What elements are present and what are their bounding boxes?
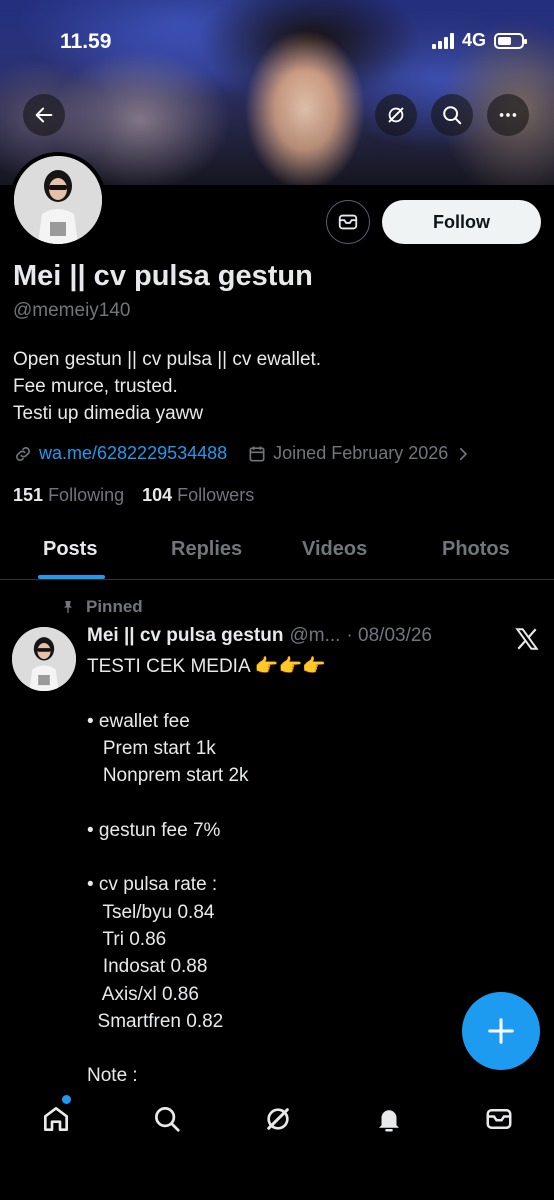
profile-meta: wa.me/6282229534488 Joined February 2026 xyxy=(13,443,472,464)
post-line: • gestun fee 7% xyxy=(87,819,221,841)
following-link[interactable]: 151 Following xyxy=(13,485,124,506)
profile-tabs: Posts Replies Videos Photos xyxy=(0,528,554,580)
search-icon xyxy=(155,1107,180,1132)
grok-icon xyxy=(388,107,404,123)
home-icon xyxy=(44,1107,68,1131)
tab-videos[interactable]: Videos xyxy=(302,538,367,561)
profile-handle: @memeiy140 xyxy=(13,300,131,321)
banner-shade xyxy=(0,0,554,185)
profile-bio: Open gestun || cv pulsa || cv ewallet. F… xyxy=(13,346,321,427)
search-icon xyxy=(443,106,462,125)
bio-line: Testi up dimedia yaww xyxy=(13,403,204,424)
post-line: Tri 0.86 xyxy=(87,928,167,950)
plus-icon xyxy=(488,1018,514,1044)
bottom-nav xyxy=(0,1085,554,1200)
arrow-left-icon xyxy=(35,107,53,123)
nav-search[interactable] xyxy=(147,1099,187,1139)
post-header: Mei || cv pulsa gestun @m... · 08/03/26 xyxy=(87,625,432,647)
post-text: TESTI CEK MEDIA 👉👉👉 • ewallet fee Prem s… xyxy=(87,653,326,1090)
x-logo-icon xyxy=(515,628,539,650)
avatar-image xyxy=(14,156,102,244)
post-avatar[interactable] xyxy=(12,627,76,691)
compose-button[interactable] xyxy=(462,992,540,1070)
post-line: Tsel/byu 0.84 xyxy=(87,901,215,923)
pin-icon xyxy=(64,601,72,613)
profile-link[interactable]: wa.me/6282229534488 xyxy=(39,443,227,464)
grok-button[interactable] xyxy=(375,94,417,136)
bio-line: Fee murce, trusted. xyxy=(13,376,178,397)
home-notification-dot xyxy=(62,1095,71,1104)
message-icon xyxy=(338,214,358,230)
post-line: Nonprem start 2k xyxy=(87,765,249,787)
nav-home[interactable] xyxy=(36,1099,76,1139)
post-line: • ewallet fee xyxy=(87,710,190,732)
post-line: • cv pulsa rate : xyxy=(87,874,218,896)
post-author-name[interactable]: Mei || cv pulsa gestun xyxy=(87,625,283,647)
post-line: Prem start 1k xyxy=(87,737,216,759)
post-line xyxy=(87,844,326,871)
network-label: 4G xyxy=(461,30,486,50)
more-button[interactable] xyxy=(487,94,529,136)
status-indicators: 4G xyxy=(431,30,527,51)
post-author-handle[interactable]: @m... xyxy=(289,625,340,647)
profile-banner[interactable] xyxy=(0,0,554,185)
avatar-image xyxy=(12,627,76,691)
nav-messages[interactable] xyxy=(479,1099,519,1139)
tab-replies[interactable]: Replies xyxy=(171,538,242,561)
link-icon xyxy=(16,446,30,461)
post-line: Smartfren 0.82 xyxy=(87,1010,224,1032)
profile-avatar[interactable] xyxy=(10,152,106,248)
chevron-right-icon[interactable] xyxy=(454,445,472,463)
signal-icon xyxy=(431,32,454,49)
status-time: 11.59 xyxy=(60,30,112,53)
more-icon xyxy=(499,113,517,117)
post-line: Indosat 0.88 xyxy=(87,956,208,978)
post-line xyxy=(87,789,326,816)
follow-stats: 151 Following 104 Followers xyxy=(13,485,254,506)
nav-grok[interactable] xyxy=(258,1099,298,1139)
post-line xyxy=(87,680,326,707)
joined-date: Joined February 2026 xyxy=(273,443,449,463)
mail-icon xyxy=(486,1109,512,1129)
post-date: · 08/03/26 xyxy=(346,625,432,646)
pinned-label: Pinned xyxy=(60,597,143,617)
message-button[interactable] xyxy=(326,200,370,244)
followers-link[interactable]: 104 Followers xyxy=(142,485,254,506)
tab-photos[interactable]: Photos xyxy=(442,538,510,561)
back-button[interactable] xyxy=(23,94,65,136)
grok-icon xyxy=(267,1108,289,1130)
profile-name: Mei || cv pulsa gestun xyxy=(13,260,313,292)
bell-icon xyxy=(379,1110,399,1132)
tab-indicator xyxy=(38,575,105,579)
search-button[interactable] xyxy=(431,94,473,136)
post-line: Axis/xl 0.86 xyxy=(87,983,199,1005)
post-line: TESTI CEK MEDIA 👉👉👉 xyxy=(87,656,326,677)
battery-icon xyxy=(494,32,527,49)
tab-posts[interactable]: Posts xyxy=(43,538,97,561)
nav-notifications[interactable] xyxy=(369,1099,409,1139)
calendar-icon xyxy=(249,446,265,461)
bio-line: Open gestun || cv pulsa || cv ewallet. xyxy=(13,349,322,370)
post-line xyxy=(87,1035,326,1062)
follow-button[interactable]: Follow xyxy=(382,200,541,244)
